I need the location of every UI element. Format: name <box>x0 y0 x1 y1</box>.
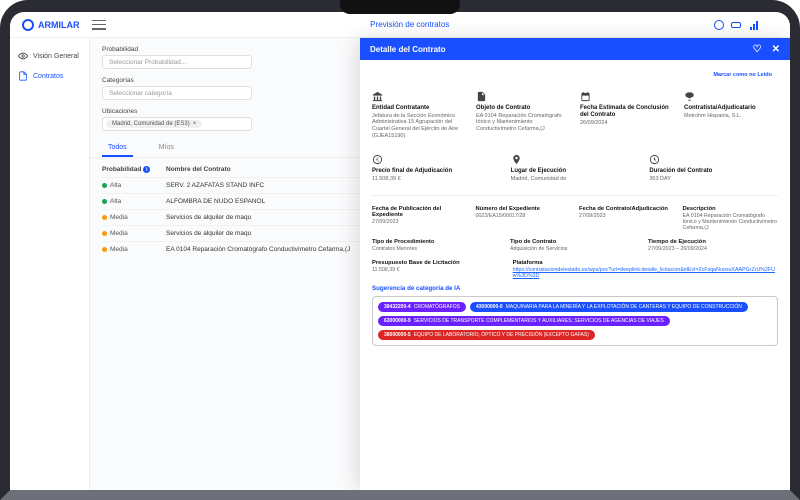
tab-todos[interactable]: Todos <box>102 141 133 157</box>
sidebar-item-contracts[interactable]: Contratos <box>10 66 89 86</box>
tag[interactable]: 43000000-0MAQUINARIA PARA LA MINERÍA Y L… <box>470 302 748 312</box>
brand: ARMILAR <box>22 19 80 31</box>
detail-panel: Detalle del Contrato ♡ ✕ Marcar como no … <box>360 38 790 490</box>
brand-logo-icon <box>22 19 34 31</box>
prob-dot-icon <box>102 231 107 236</box>
prob-dot-icon <box>102 247 107 252</box>
tagbox: 38432200-4CROMATÓGRAFOS 43000000-0MAQUIN… <box>372 296 778 346</box>
chart-icon[interactable] <box>748 20 760 30</box>
tag[interactable]: 38000000-5EQUIPO DE LABORATORIO, ÓPTICO … <box>378 330 595 340</box>
bank-icon <box>372 90 466 102</box>
tag[interactable]: 38432200-4CROMATÓGRAFOS <box>378 302 466 312</box>
favorite-icon[interactable]: ♡ <box>753 44 762 55</box>
sidebar-item-overview[interactable]: Visión General <box>10 46 89 66</box>
locations-input[interactable]: Madrid, Comunidad de (ES3)× <box>102 117 252 131</box>
document-icon <box>18 71 28 81</box>
topbar-icons <box>714 19 778 31</box>
cell-contractor: Contratista/Adjudicatario Metrohm Hispan… <box>684 90 778 139</box>
cell-estimated-date: Fecha Estimada de Conclusión del Contrat… <box>580 90 674 139</box>
location-chip[interactable]: Madrid, Comunidad de (ES3)× <box>106 120 202 128</box>
cell-duration: Duración del Contrato 363 DAY <box>649 153 778 182</box>
topbar: ARMILAR Previsión de contratos <box>10 12 790 38</box>
meta-row-3: Presupuesto Base de Licitación11.508,39 … <box>372 260 778 279</box>
print-icon[interactable] <box>730 19 742 31</box>
prob-dot-icon <box>102 183 107 188</box>
cell-price: € Precio final de Adjudicación 11.508,39… <box>372 153 501 182</box>
meta-row-1: Fecha de Publicación del Expediente27/09… <box>372 206 778 231</box>
probability-input[interactable]: Seleccionar Probabilidad... <box>102 55 252 69</box>
detail-grid-top: Entidad Contratante Jefatura de la Secci… <box>372 90 778 139</box>
sidebar-overview-label: Visión General <box>33 53 79 60</box>
chip-close-icon[interactable]: × <box>193 121 197 127</box>
hamburger-icon[interactable] <box>92 20 106 30</box>
pin-icon <box>511 153 640 165</box>
calendar-icon <box>580 90 674 102</box>
platform-link[interactable]: https://contrataciondelestado.es/wps/poc… <box>513 267 778 279</box>
col-name: Nombre del Contrato <box>166 166 231 173</box>
help-icon[interactable] <box>714 20 724 30</box>
coin-icon: € <box>372 153 501 165</box>
col-probability: Probabilidadi <box>102 166 158 173</box>
cell-object: Objeto de Contrato EA 0104 Reparación Cr… <box>476 90 570 139</box>
trophy-icon <box>684 90 778 102</box>
cell-place: Lugar de Ejecución Madrid, Comunidad de <box>511 153 640 182</box>
detail-title: Detalle del Contrato <box>370 45 446 54</box>
eye-icon <box>18 51 28 61</box>
svg-text:€: € <box>376 157 379 163</box>
meta-row-2: Tipo de ProcedimientoContratos Menores T… <box>372 239 778 252</box>
categories-input[interactable]: Seleccionar categoría <box>102 86 252 100</box>
prob-dot-icon <box>102 215 107 220</box>
tag[interactable]: 63000000-9SERVICIOS DE TRANSPORTE COMPLE… <box>378 316 670 326</box>
detail-body: Marcar como no Leído Entidad Contratante… <box>360 60 790 490</box>
mark-unread-button[interactable]: Marcar como no Leído <box>707 70 778 80</box>
suggestion-title: Sugerencia de categoría de IA <box>372 285 778 292</box>
file-icon <box>476 90 570 102</box>
tab-mios[interactable]: Míos <box>153 141 180 157</box>
cell-entity: Entidad Contratante Jefatura de la Secci… <box>372 90 466 139</box>
detail-header: Detalle del Contrato ♡ ✕ <box>360 38 790 60</box>
sidebar-contracts-label: Contratos <box>33 73 63 80</box>
page-title: Previsión de contratos <box>370 20 449 29</box>
apps-grid-icon[interactable] <box>766 19 778 31</box>
brand-text: ARMILAR <box>38 20 80 30</box>
clock-icon <box>649 153 778 165</box>
prob-dot-icon <box>102 199 107 204</box>
detail-grid-bottom: € Precio final de Adjudicación 11.508,39… <box>372 153 778 182</box>
info-icon[interactable]: i <box>143 166 150 173</box>
close-icon[interactable]: ✕ <box>772 44 780 55</box>
sidebar: Visión General Contratos <box>10 38 90 490</box>
